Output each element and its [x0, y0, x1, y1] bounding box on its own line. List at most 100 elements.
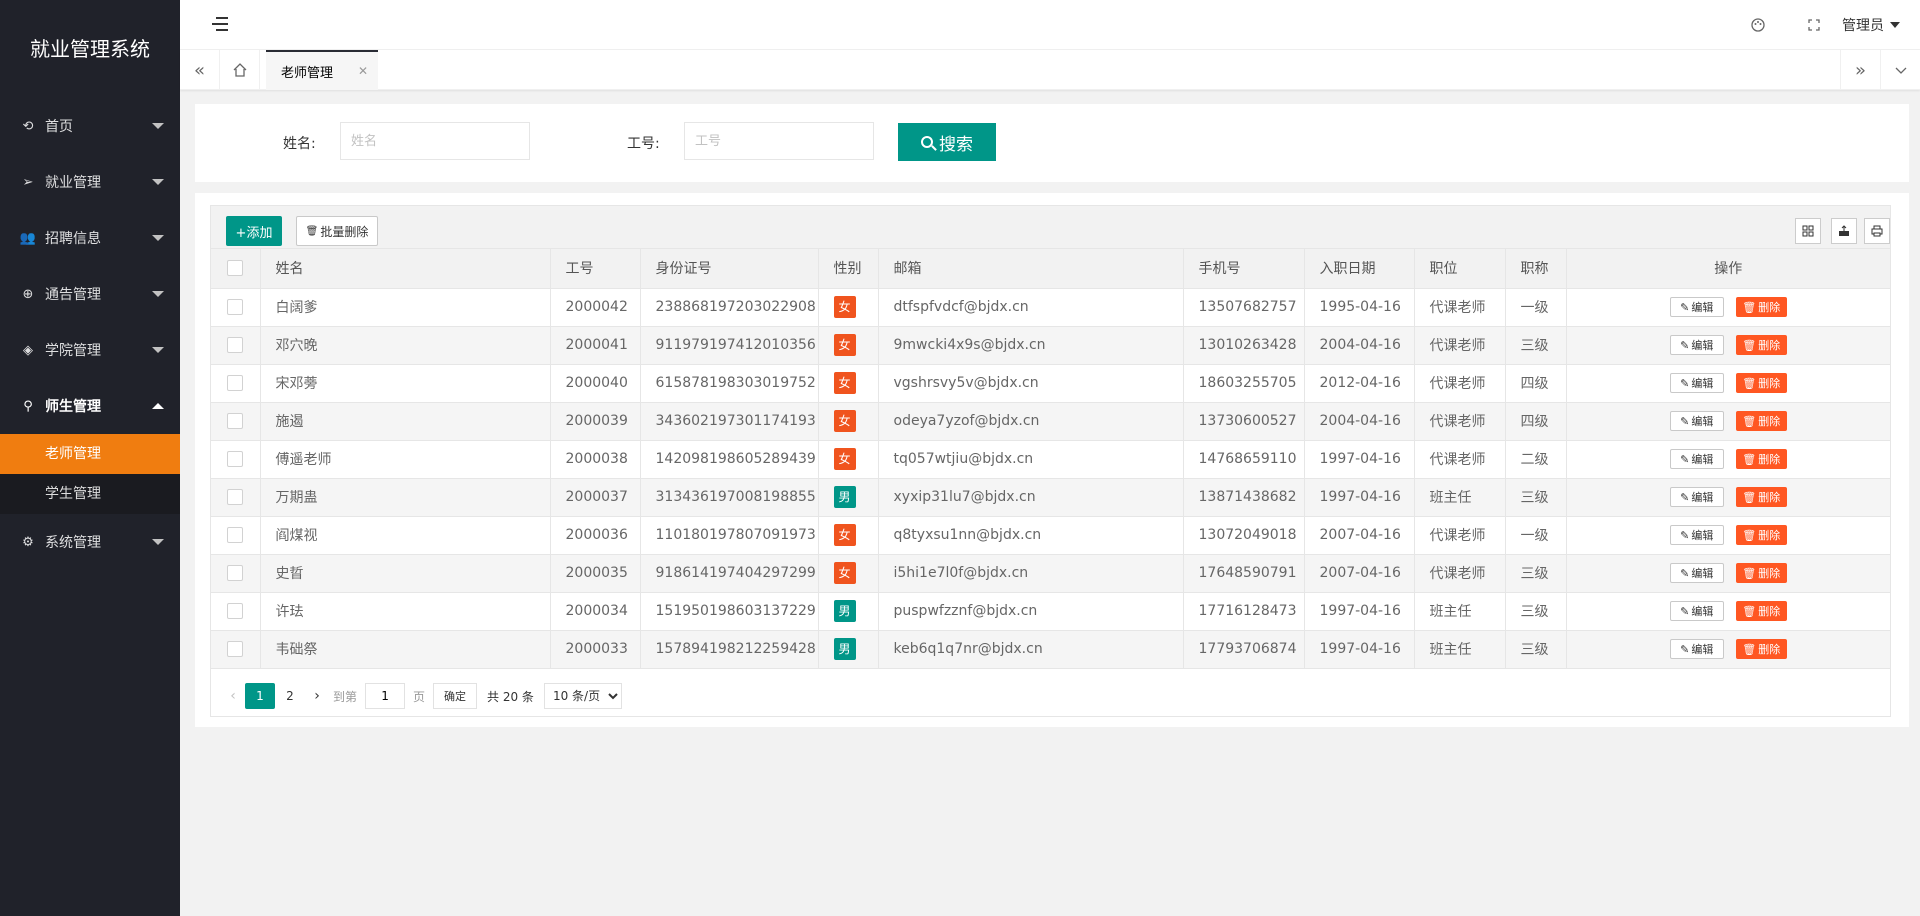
sidebar-item-3[interactable]: ⊕ 通告管理: [0, 266, 180, 322]
home-tab-icon[interactable]: [220, 50, 260, 90]
delete-button[interactable]: 🗑 删除: [1735, 563, 1787, 583]
staff-id-search-input[interactable]: [684, 122, 874, 160]
edit-button[interactable]: ✎ 编辑: [1669, 411, 1724, 431]
table-row[interactable]: 宋邓蒡 2000040 615878198303019752 女 vgshrsvy5v@…: [211, 364, 1890, 403]
edit-button[interactable]: ✎ 编辑: [1669, 335, 1724, 355]
row-checkbox[interactable]: [227, 451, 243, 467]
row-select-cell[interactable]: [211, 592, 261, 631]
row-checkbox[interactable]: [227, 337, 243, 353]
col-email[interactable]: 邮箱: [878, 249, 1184, 289]
table-row[interactable]: 白阔爹 2000042 238868197203022908 女 dtfspfvdcf@…: [211, 288, 1890, 327]
col-gender[interactable]: 性别: [818, 249, 879, 289]
sidebar-item-1[interactable]: ➢ 就业管理: [0, 154, 180, 210]
sidebar-item-2[interactable]: 👥 招聘信息: [0, 210, 180, 266]
row-checkbox[interactable]: [227, 641, 243, 657]
search-button[interactable]: 搜索: [898, 123, 996, 161]
table-row[interactable]: 傅遥老师 2000038 142098198605289439 女 tq057wtjiu…: [211, 440, 1890, 479]
col-title[interactable]: 职称: [1505, 249, 1567, 289]
row-checkbox[interactable]: [227, 413, 243, 429]
sidebar-submenu: 老师管理 学生管理: [0, 434, 180, 514]
delete-button[interactable]: 🗑 删除: [1735, 449, 1787, 469]
table-row[interactable]: 施遏 2000039 343602197301174193 女 odeya7yzof@b…: [211, 402, 1890, 441]
tabs-scroll-right-icon[interactable]: »: [1840, 50, 1880, 90]
delete-button[interactable]: 🗑 删除: [1735, 411, 1787, 431]
close-icon[interactable]: ✕: [358, 64, 368, 78]
row-checkbox[interactable]: [227, 527, 243, 543]
delete-button[interactable]: 🗑 删除: [1735, 335, 1787, 355]
row-select-cell[interactable]: [211, 516, 261, 555]
delete-button[interactable]: 🗑 删除: [1735, 297, 1787, 317]
name-search-input[interactable]: [340, 122, 530, 160]
columns-filter-icon[interactable]: [1795, 218, 1821, 244]
chevron-up-icon: [152, 403, 164, 409]
select-all-cell[interactable]: [211, 249, 261, 289]
theme-palette-icon[interactable]: [1730, 0, 1786, 50]
row-select-cell[interactable]: [211, 364, 261, 403]
col-phone[interactable]: 手机号: [1183, 249, 1305, 289]
edit-button[interactable]: ✎ 编辑: [1669, 487, 1724, 507]
delete-label: 删除: [1758, 529, 1781, 542]
col-staff-id[interactable]: 工号: [550, 249, 641, 289]
row-checkbox[interactable]: [227, 299, 243, 315]
tabs-menu-chevron-icon[interactable]: [1880, 50, 1920, 90]
goto-confirm-button[interactable]: 确定: [433, 683, 478, 709]
row-checkbox[interactable]: [227, 565, 243, 581]
row-select-cell[interactable]: [211, 478, 261, 517]
goto-page-input[interactable]: [365, 683, 406, 709]
cell-position: 班主任: [1414, 592, 1506, 631]
tabs-scroll-left-icon[interactable]: «: [180, 50, 220, 90]
sidebar-item-0[interactable]: ⟲ 首页: [0, 98, 180, 154]
col-name[interactable]: 姓名: [260, 249, 551, 289]
row-checkbox[interactable]: [227, 489, 243, 505]
table-row[interactable]: 史晢 2000035 918614197404297299 女 i5hi1e7l0f@b…: [211, 554, 1890, 593]
batch-delete-button[interactable]: 🗑 批量删除: [296, 216, 378, 246]
sidebar-subitem-1[interactable]: 学生管理: [0, 474, 180, 514]
add-button[interactable]: +添加: [226, 216, 282, 246]
row-select-cell[interactable]: [211, 440, 261, 479]
sidebar-item-4[interactable]: ◈ 学院管理: [0, 322, 180, 378]
col-position[interactable]: 职位: [1414, 249, 1506, 289]
row-checkbox[interactable]: [227, 375, 243, 391]
next-page-icon[interactable]: ›: [305, 688, 329, 704]
page-1-button[interactable]: 1: [245, 683, 275, 709]
edit-button[interactable]: ✎ 编辑: [1669, 601, 1724, 621]
sidebar-subitem-0[interactable]: 老师管理: [0, 434, 180, 474]
table-row[interactable]: 许珐 2000034 151950198603137229 男 puspwfzznf@b…: [211, 592, 1890, 631]
sidebar-item-6[interactable]: ⚙ 系统管理: [0, 514, 180, 570]
row-select-cell[interactable]: [211, 402, 261, 441]
row-select-cell[interactable]: [211, 326, 261, 365]
delete-button[interactable]: 🗑 删除: [1735, 525, 1787, 545]
row-select-cell[interactable]: [211, 288, 261, 327]
export-icon[interactable]: [1831, 218, 1857, 244]
print-icon[interactable]: [1864, 218, 1890, 244]
table-row[interactable]: 韦础祭 2000033 157894198212259428 男 keb6q1q7nr@…: [211, 630, 1890, 669]
tab-teacher-management[interactable]: 老师管理 ✕: [266, 50, 378, 90]
user-menu[interactable]: 管理员: [1842, 0, 1920, 50]
delete-button[interactable]: 🗑 删除: [1735, 487, 1787, 507]
page-size-select[interactable]: 10 条/页: [543, 683, 622, 709]
cell-email: xyxip31lu7@bjdx.cn: [878, 478, 1184, 517]
edit-button[interactable]: ✎ 编辑: [1669, 297, 1724, 317]
edit-button[interactable]: ✎ 编辑: [1669, 563, 1724, 583]
prev-page-icon[interactable]: ‹: [221, 688, 245, 704]
delete-button[interactable]: 🗑 删除: [1735, 373, 1787, 393]
menu-toggle-icon[interactable]: [212, 17, 228, 33]
edit-button[interactable]: ✎ 编辑: [1669, 449, 1724, 469]
row-select-cell[interactable]: [211, 554, 261, 593]
edit-button[interactable]: ✎ 编辑: [1669, 373, 1724, 393]
sidebar-item-5[interactable]: ⚲ 师生管理: [0, 378, 180, 434]
table-row[interactable]: 万期蛊 2000037 313436197008198855 男 xyxip31lu7@…: [211, 478, 1890, 517]
col-hire-date[interactable]: 入职日期: [1304, 249, 1415, 289]
row-checkbox[interactable]: [227, 603, 243, 619]
delete-button[interactable]: 🗑 删除: [1735, 639, 1787, 659]
table-row[interactable]: 阎煤视 2000036 110180197807091973 女 q8tyxsu1nn@…: [211, 516, 1890, 555]
edit-button[interactable]: ✎ 编辑: [1669, 525, 1724, 545]
row-select-cell[interactable]: [211, 630, 261, 669]
select-all-checkbox[interactable]: [227, 260, 243, 277]
edit-button[interactable]: ✎ 编辑: [1669, 639, 1724, 659]
page-2-button[interactable]: 2: [275, 683, 305, 709]
col-id-card[interactable]: 身份证号: [640, 249, 819, 289]
table-row[interactable]: 邓穴晚 2000041 911979197412010356 女 9mwcki4x9s@…: [211, 326, 1890, 365]
delete-button[interactable]: 🗑 删除: [1735, 601, 1787, 621]
fullscreen-icon[interactable]: [1786, 0, 1842, 50]
